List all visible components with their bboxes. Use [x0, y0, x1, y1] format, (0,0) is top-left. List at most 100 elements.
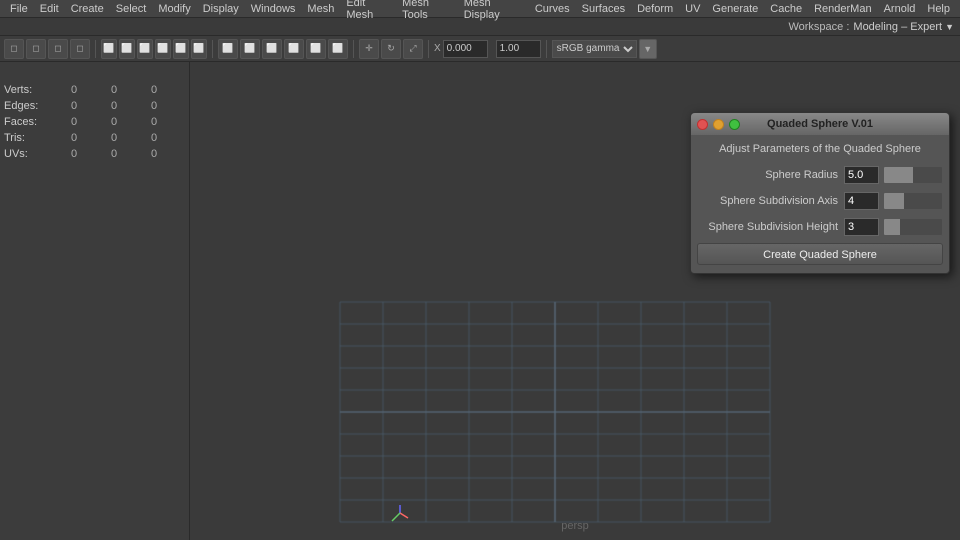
menu-uv[interactable]: UV [679, 0, 706, 17]
workspace-dropdown-icon[interactable]: ▼ [945, 22, 954, 32]
menu-deform[interactable]: Deform [631, 0, 679, 17]
color-space-select[interactable]: sRGB gamma [552, 40, 637, 58]
dialog-minimize-button[interactable] [713, 119, 724, 130]
menu-modify[interactable]: Modify [152, 0, 196, 17]
dialog-title: Quaded Sphere V.01 [767, 118, 873, 130]
toolbar-btn-16[interactable]: ⬜ [328, 39, 348, 59]
menu-edit-mesh[interactable]: Edit Mesh [340, 0, 396, 17]
dialog: Quaded Sphere V.01 Adjust Parameters of … [690, 112, 950, 274]
menu-select[interactable]: Select [110, 0, 153, 17]
x-input[interactable] [443, 40, 488, 58]
viewport[interactable]: persp Quaded Sphere V.01 Adjust Paramete… [190, 62, 960, 540]
menu-file[interactable]: File [4, 0, 34, 17]
workspace-label: Workspace : [788, 21, 849, 33]
dialog-titlebar: Quaded Sphere V.01 [691, 113, 949, 135]
stats-v3-2: 0 [134, 116, 174, 128]
toolbar-btn-10[interactable]: ⬜ [191, 39, 207, 59]
param-row-1: Sphere Subdivision Axis [697, 191, 943, 211]
menu-cache[interactable]: Cache [764, 0, 808, 17]
menu-create[interactable]: Create [65, 0, 110, 17]
param-input-1[interactable] [844, 192, 879, 210]
dialog-close-button[interactable] [697, 119, 708, 130]
x-label: X [434, 43, 441, 54]
stats-row-2: Faces: 0 0 0 [4, 114, 185, 130]
stats-v3-1: 0 [134, 100, 174, 112]
toolbar-btn-14[interactable]: ⬜ [284, 39, 304, 59]
menu-mesh[interactable]: Mesh [301, 0, 340, 17]
toolbar-btn-6[interactable]: ⬜ [119, 39, 135, 59]
stats-v3-3: 0 [134, 132, 174, 144]
stats-v2-2: 0 [94, 116, 134, 128]
menu-mesh-display[interactable]: Mesh Display [458, 0, 529, 17]
toolbar-btn-3[interactable]: ◻ [48, 39, 68, 59]
toolbar-btn-scale[interactable]: ⤢ [403, 39, 423, 59]
workspace-value[interactable]: Modeling – Expert [853, 21, 942, 33]
create-quaded-sphere-button[interactable]: Create Quaded Sphere [697, 243, 943, 265]
toolbar-btn-5[interactable]: ⬜ [101, 39, 117, 59]
y-input[interactable] [496, 40, 541, 58]
toolbar-btn-9[interactable]: ⬜ [173, 39, 189, 59]
toolbar-btn-1[interactable]: ◻ [4, 39, 24, 59]
toolbar-sep-3 [353, 40, 354, 58]
viewport-label: persp [561, 520, 589, 532]
stats-v2-1: 0 [94, 100, 134, 112]
toolbar-btn-8[interactable]: ⬜ [155, 39, 171, 59]
toolbar-btn-15[interactable]: ⬜ [306, 39, 326, 59]
toolbar-btn-11[interactable]: ⬜ [218, 39, 238, 59]
stats-label-2: Faces: [4, 116, 54, 128]
toolbar-btn-13[interactable]: ⬜ [262, 39, 282, 59]
param-label-1: Sphere Subdivision Axis [697, 195, 844, 207]
y-field [494, 40, 541, 58]
menu-windows[interactable]: Windows [245, 0, 302, 17]
param-slider-2[interactable] [883, 218, 943, 236]
stats-label-1: Edges: [4, 100, 54, 112]
param-row-2: Sphere Subdivision Height [697, 217, 943, 237]
toolbar-btn-12[interactable]: ⬜ [240, 39, 260, 59]
stats-rows: Verts: 0 0 0 Edges: 0 0 0 Faces: 0 0 0 T… [4, 82, 185, 162]
stats-header [4, 66, 185, 82]
menu-renderman[interactable]: RenderMan [808, 0, 877, 17]
menu-bar: File Edit Create Select Modify Display W… [0, 0, 960, 18]
stats-label-4: UVs: [4, 148, 54, 160]
x-field: X [434, 40, 488, 58]
menu-edit[interactable]: Edit [34, 0, 65, 17]
toolbar-sep-5 [546, 40, 547, 58]
stats-table [4, 66, 185, 82]
stats-v1-1: 0 [54, 100, 94, 112]
stats-row-4: UVs: 0 0 0 [4, 146, 185, 162]
toolbar-btn-2[interactable]: ◻ [26, 39, 46, 59]
menu-mesh-tools[interactable]: Mesh Tools [396, 0, 458, 17]
menu-arnold[interactable]: Arnold [878, 0, 922, 17]
menu-display[interactable]: Display [197, 0, 245, 17]
stats-row-1: Edges: 0 0 0 [4, 98, 185, 114]
toolbar-btn-4[interactable]: ◻ [70, 39, 90, 59]
params-container: Sphere Radius Sphere Subdivision Axis Sp… [697, 165, 943, 237]
stats-row-0: Verts: 0 0 0 [4, 82, 185, 98]
menu-curves[interactable]: Curves [529, 0, 576, 17]
param-input-0[interactable] [844, 166, 879, 184]
left-panel: Verts: 0 0 0 Edges: 0 0 0 Faces: 0 0 0 T… [0, 62, 190, 540]
stats-label-0: Verts: [4, 84, 54, 96]
toolbar-btn-color[interactable]: ▼ [639, 39, 657, 59]
workspace-bar: Workspace : Modeling – Expert ▼ [0, 18, 960, 36]
toolbar-btn-rotate[interactable]: ↻ [381, 39, 401, 59]
dialog-body: Adjust Parameters of the Quaded Sphere S… [691, 135, 949, 273]
menu-help[interactable]: Help [921, 0, 956, 17]
toolbar-btn-move[interactable]: ✛ [359, 39, 379, 59]
toolbar-sep-1 [95, 40, 96, 58]
param-label-2: Sphere Subdivision Height [697, 221, 844, 233]
toolbar: ◻ ◻ ◻ ◻ ⬜ ⬜ ⬜ ⬜ ⬜ ⬜ ⬜ ⬜ ⬜ ⬜ ⬜ ⬜ ✛ ↻ ⤢ X … [0, 36, 960, 62]
toolbar-sep-4 [428, 40, 429, 58]
param-slider-0[interactable] [883, 166, 943, 184]
toolbar-btn-7[interactable]: ⬜ [137, 39, 153, 59]
menu-surfaces[interactable]: Surfaces [576, 0, 631, 17]
toolbar-sep-2 [212, 40, 213, 58]
axis-indicator [390, 503, 410, 526]
param-slider-1[interactable] [883, 192, 943, 210]
dialog-maximize-button[interactable] [729, 119, 740, 130]
stats-v3-4: 0 [134, 148, 174, 160]
param-input-2[interactable] [844, 218, 879, 236]
menu-generate[interactable]: Generate [706, 0, 764, 17]
stats-label-3: Tris: [4, 132, 54, 144]
param-label-0: Sphere Radius [697, 169, 844, 181]
